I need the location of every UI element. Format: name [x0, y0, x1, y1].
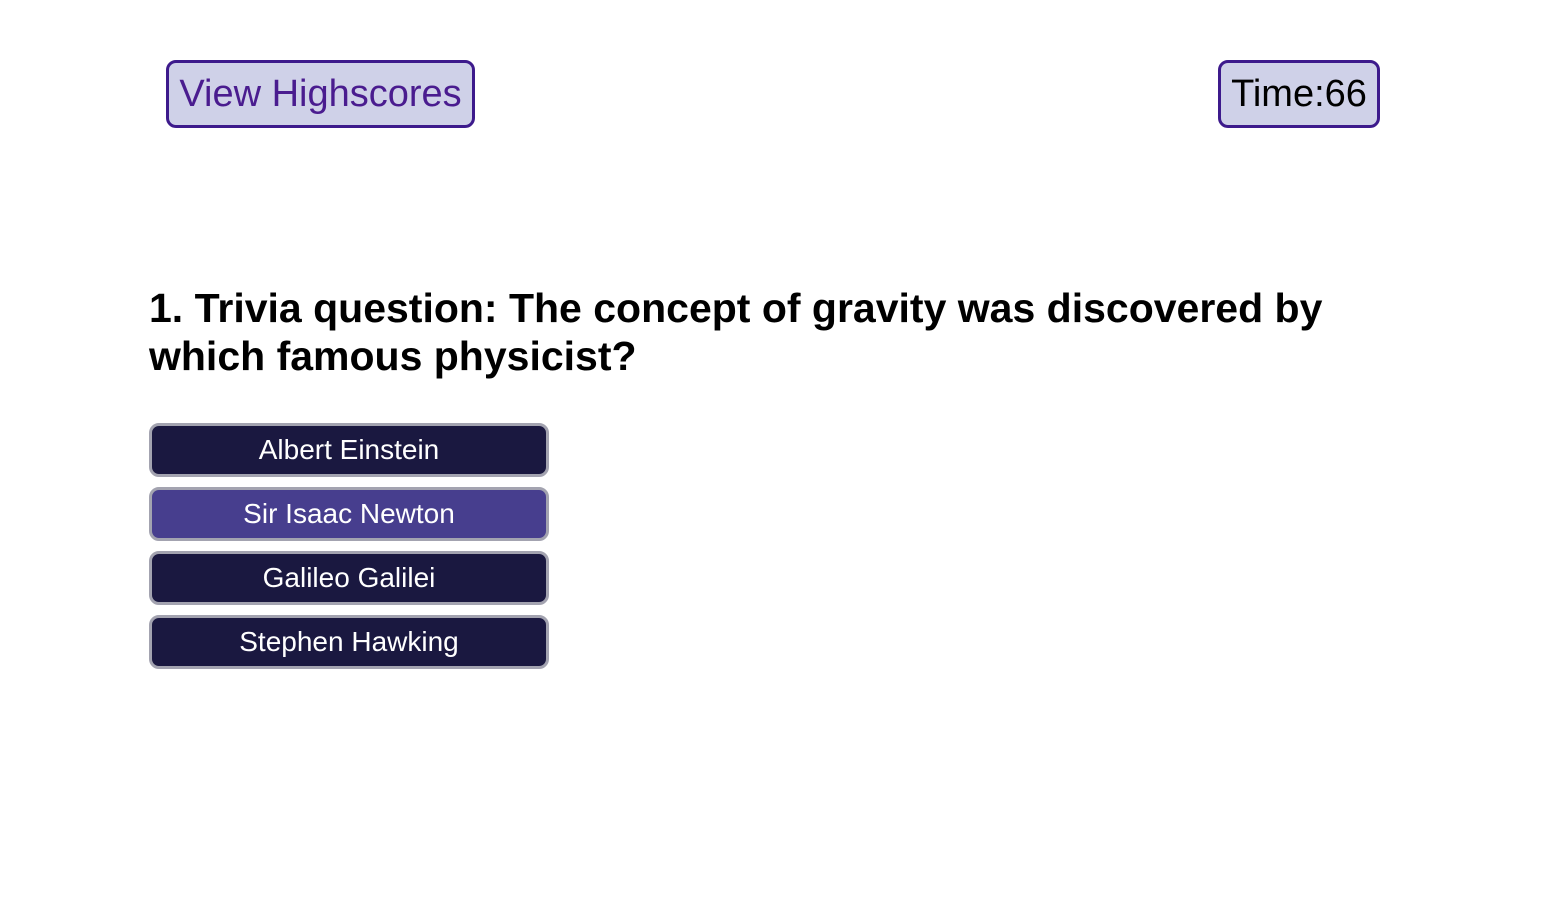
answer-choice-hawking[interactable]: Stephen Hawking: [149, 615, 549, 669]
answer-choices: Albert Einstein Sir Isaac Newton Galileo…: [149, 423, 549, 669]
timer-display: Time: 66: [1218, 60, 1380, 128]
question-text: 1. Trivia question: The concept of gravi…: [149, 285, 1323, 379]
answer-choice-einstein[interactable]: Albert Einstein: [149, 423, 549, 477]
answer-choice-newton[interactable]: Sir Isaac Newton: [149, 487, 549, 541]
view-highscores-button[interactable]: View Highscores: [166, 60, 475, 128]
timer-value: 66: [1324, 73, 1367, 115]
answer-choice-galileo[interactable]: Galileo Galilei: [149, 551, 549, 605]
quiz-page: View Highscores Time: 66 1. Trivia questi…: [0, 0, 1544, 922]
timer-label: Time:: [1231, 73, 1325, 115]
